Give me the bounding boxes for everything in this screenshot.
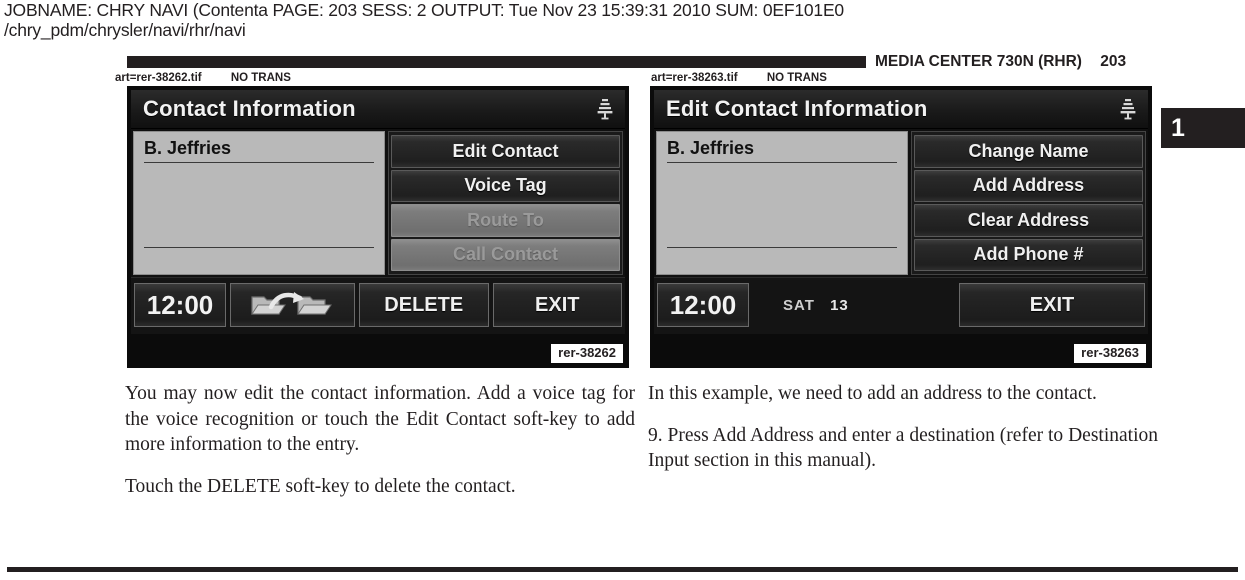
contact-name: B. Jeffries xyxy=(144,138,374,163)
job-header-line-2: /chry_pdm/chrysler/navi/rhr/navi xyxy=(4,20,246,40)
radio-tower-icon xyxy=(1120,98,1140,120)
clock-value: 12:00 xyxy=(669,289,737,320)
art-tag-left: art=rer-38262.tif NO TRANS xyxy=(115,72,291,84)
radio-tower-icon xyxy=(597,98,617,120)
paragraph: In this example, we need to add an addre… xyxy=(648,383,1097,404)
softkey-call-contact: Call Contact xyxy=(391,238,620,271)
softkey-add-phone[interactable]: Add Phone # xyxy=(914,238,1143,271)
radio-band-indicator: SAT 13 xyxy=(749,297,955,314)
body-column-right: In this example, we need to add an addre… xyxy=(648,381,1158,474)
page-number: 203 xyxy=(1100,53,1127,70)
art-tag-right-file: art=rer-38263.tif xyxy=(651,72,738,84)
screen-title-bar: Contact Information xyxy=(131,90,625,129)
softkey-delete[interactable]: DELETE xyxy=(359,283,489,327)
art-tag-left-file: art=rer-38262.tif xyxy=(115,72,202,84)
clock-value: 12:00 xyxy=(146,289,214,320)
footer-rule xyxy=(7,567,1238,572)
contact-name-pane: B. Jeffries xyxy=(133,131,385,275)
softkey-edit-contact[interactable]: Edit Contact xyxy=(391,135,620,168)
softkey-exit[interactable]: EXIT xyxy=(959,283,1145,327)
chapter-tab-number: 1 xyxy=(1171,114,1185,142)
softkey-clear-address[interactable]: Clear Address xyxy=(914,204,1143,237)
softkey-panel: Edit Contact Voice Tag Route To Call Con… xyxy=(388,131,623,275)
running-head-rule xyxy=(127,56,866,68)
paragraph: Touch the DELETE soft-key to delete the … xyxy=(125,475,516,497)
art-tag-left-trans: NO TRANS xyxy=(230,72,291,84)
softkey-route-to-label: Route To xyxy=(467,209,544,230)
clock-display[interactable]: 12:00 xyxy=(657,283,749,327)
softkey-clear-address-label: Clear Address xyxy=(967,209,1090,230)
softkey-add-address-label: Add Address xyxy=(972,175,1085,196)
softkey-panel: Change Name Add Address Clear Address Ad… xyxy=(911,131,1146,275)
nav-screen-edit-contact-information: Edit Contact Information B. Jeffries Cha… xyxy=(654,90,1148,334)
radio-band: SAT xyxy=(783,296,815,314)
softkey-change-name-label: Change Name xyxy=(968,140,1089,161)
contact-field-divider xyxy=(667,247,897,248)
contact-field-divider xyxy=(144,247,374,248)
softkey-route-to: Route To xyxy=(391,204,620,237)
softkey-exit[interactable]: EXIT xyxy=(492,283,622,327)
nav-screen-contact-information: Contact Information B. Jeffries Edit Con… xyxy=(131,90,625,334)
softkey-add-address[interactable]: Add Address xyxy=(914,169,1143,202)
figure-id-value: rer-38262 xyxy=(558,345,616,360)
screen-content: B. Jeffries Edit Contact Voice Tag Route… xyxy=(131,129,625,277)
figure-edit-contact-information: Edit Contact Information B. Jeffries Cha… xyxy=(650,86,1152,368)
screen-status-bar: 12:00 SAT 13 EXIT xyxy=(654,277,1148,332)
figure-id-label: rer-38263 xyxy=(1074,344,1146,363)
screen-title: Contact Information xyxy=(143,96,356,121)
screen-title-bar: Edit Contact Information xyxy=(654,90,1148,129)
softkey-exit-label: EXIT xyxy=(1029,293,1075,316)
transfer-folders-icon[interactable] xyxy=(230,283,355,327)
softkey-add-phone-label: Add Phone # xyxy=(973,244,1084,265)
paragraph: 9. Press Add Address and enter a destina… xyxy=(648,424,1158,472)
softkey-call-contact-label: Call Contact xyxy=(452,244,558,265)
art-tag-right-trans: NO TRANS xyxy=(766,72,827,84)
screen-status-bar: 12:00 DELETE EXIT xyxy=(131,277,625,332)
softkey-delete-label: DELETE xyxy=(384,293,464,316)
body-column-left: You may now edit the contact information… xyxy=(125,381,635,499)
contact-name: B. Jeffries xyxy=(667,138,897,163)
contact-name-pane: B. Jeffries xyxy=(656,131,908,275)
art-tag-right: art=rer-38263.tif NO TRANS xyxy=(651,72,827,84)
softkey-voice-tag[interactable]: Voice Tag xyxy=(391,169,620,202)
figure-id-label: rer-38262 xyxy=(551,344,623,363)
paragraph: You may now edit the contact information… xyxy=(125,383,635,455)
clock-display[interactable]: 12:00 xyxy=(134,283,226,327)
running-head-title: MEDIA CENTER 730N (RHR) xyxy=(875,53,1082,70)
softkey-change-name[interactable]: Change Name xyxy=(914,135,1143,168)
softkey-exit-label: EXIT xyxy=(535,293,580,316)
screen-content: B. Jeffries Change Name Add Address Clea… xyxy=(654,129,1148,277)
running-head: MEDIA CENTER 730N (RHR) 203 xyxy=(875,53,1126,71)
softkey-edit-contact-label: Edit Contact xyxy=(452,140,559,161)
softkey-voice-tag-label: Voice Tag xyxy=(464,175,547,196)
screen-title: Edit Contact Information xyxy=(666,96,928,121)
job-header: JOBNAME: CHRY NAVI (Contenta PAGE: 203 S… xyxy=(4,0,844,40)
figure-contact-information: Contact Information B. Jeffries Edit Con… xyxy=(127,86,629,368)
figure-id-value: rer-38263 xyxy=(1081,345,1139,360)
radio-channel: 13 xyxy=(830,296,849,314)
chapter-tab: 1 xyxy=(1161,108,1245,148)
job-header-line-1: JOBNAME: CHRY NAVI (Contenta PAGE: 203 S… xyxy=(4,0,844,20)
